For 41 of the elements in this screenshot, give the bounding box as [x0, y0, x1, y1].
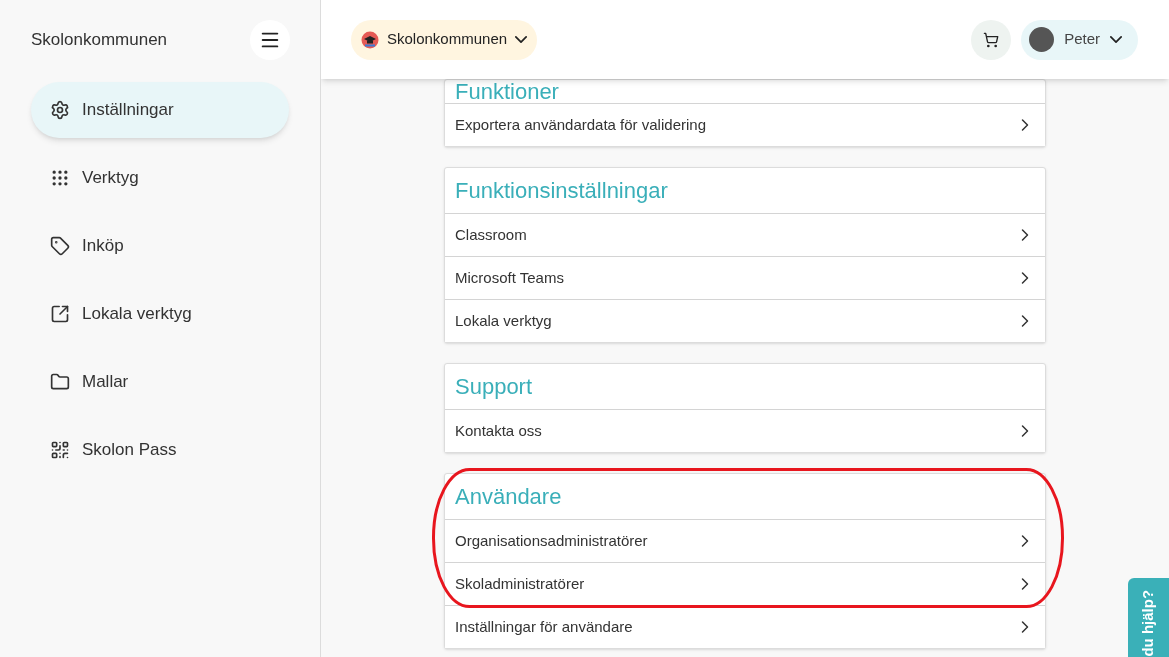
section-title: Funktionsinställningar	[455, 179, 668, 202]
settings-icon	[50, 100, 70, 120]
list-item-label: Inställningar för användare	[455, 616, 633, 637]
organization-selector[interactable]: Skolonkommunen	[351, 19, 538, 60]
nav-item[interactable]: Skolon Pass	[31, 422, 289, 478]
section-title: Support	[455, 375, 533, 398]
sidebar-title: Skolonkommunen	[31, 28, 168, 51]
nav-item[interactable]: Inställningar	[31, 82, 289, 138]
nav-item[interactable]: Mallar	[31, 354, 289, 410]
qr-code-icon	[50, 440, 70, 460]
list-item[interactable]: Exportera användardata för validering	[445, 103, 1045, 146]
list-item-label: Microsoft Teams	[455, 267, 564, 288]
list-item-label: Organisationsadministratörer	[455, 530, 648, 551]
avatar	[1029, 27, 1055, 52]
list-item-label: Lokala verktyg	[455, 310, 552, 331]
cart-icon	[983, 31, 1000, 48]
chevron-down-icon	[515, 36, 528, 43]
list-item-label: Skoladministratörer	[455, 573, 585, 594]
grid-icon	[50, 168, 70, 188]
list-item[interactable]: Inställningar för användare	[445, 605, 1045, 648]
chevron-down-icon	[1110, 36, 1122, 43]
nav-item[interactable]: Verktyg	[31, 150, 289, 206]
list-item[interactable]: Kontakta oss	[445, 409, 1045, 452]
list-item[interactable]: Organisationsadministratörer	[445, 519, 1045, 562]
list-item[interactable]: Lokala verktyg	[445, 299, 1045, 342]
list-item-label: Classroom	[455, 224, 527, 245]
menu-button[interactable]	[250, 19, 290, 60]
list-item[interactable]: Skoladministratörer	[445, 562, 1045, 605]
list-item[interactable]: Microsoft Teams	[445, 256, 1045, 299]
section-title: Funktioner	[455, 81, 559, 103]
external-link-icon	[50, 304, 70, 324]
list-item[interactable]: Classroom	[445, 213, 1045, 256]
school-logo-icon	[361, 30, 379, 49]
nav-item[interactable]: Lokala verktyg	[31, 286, 289, 342]
section-title: Användare	[455, 485, 562, 508]
list-item-label: Kontakta oss	[455, 420, 542, 441]
user-menu[interactable]: Peter	[1021, 19, 1138, 60]
nav-item[interactable]: Inköp	[31, 218, 289, 274]
tag-icon	[50, 236, 70, 256]
folder-icon	[50, 372, 70, 392]
list-item-label: Exportera användardata för validering	[455, 114, 706, 135]
